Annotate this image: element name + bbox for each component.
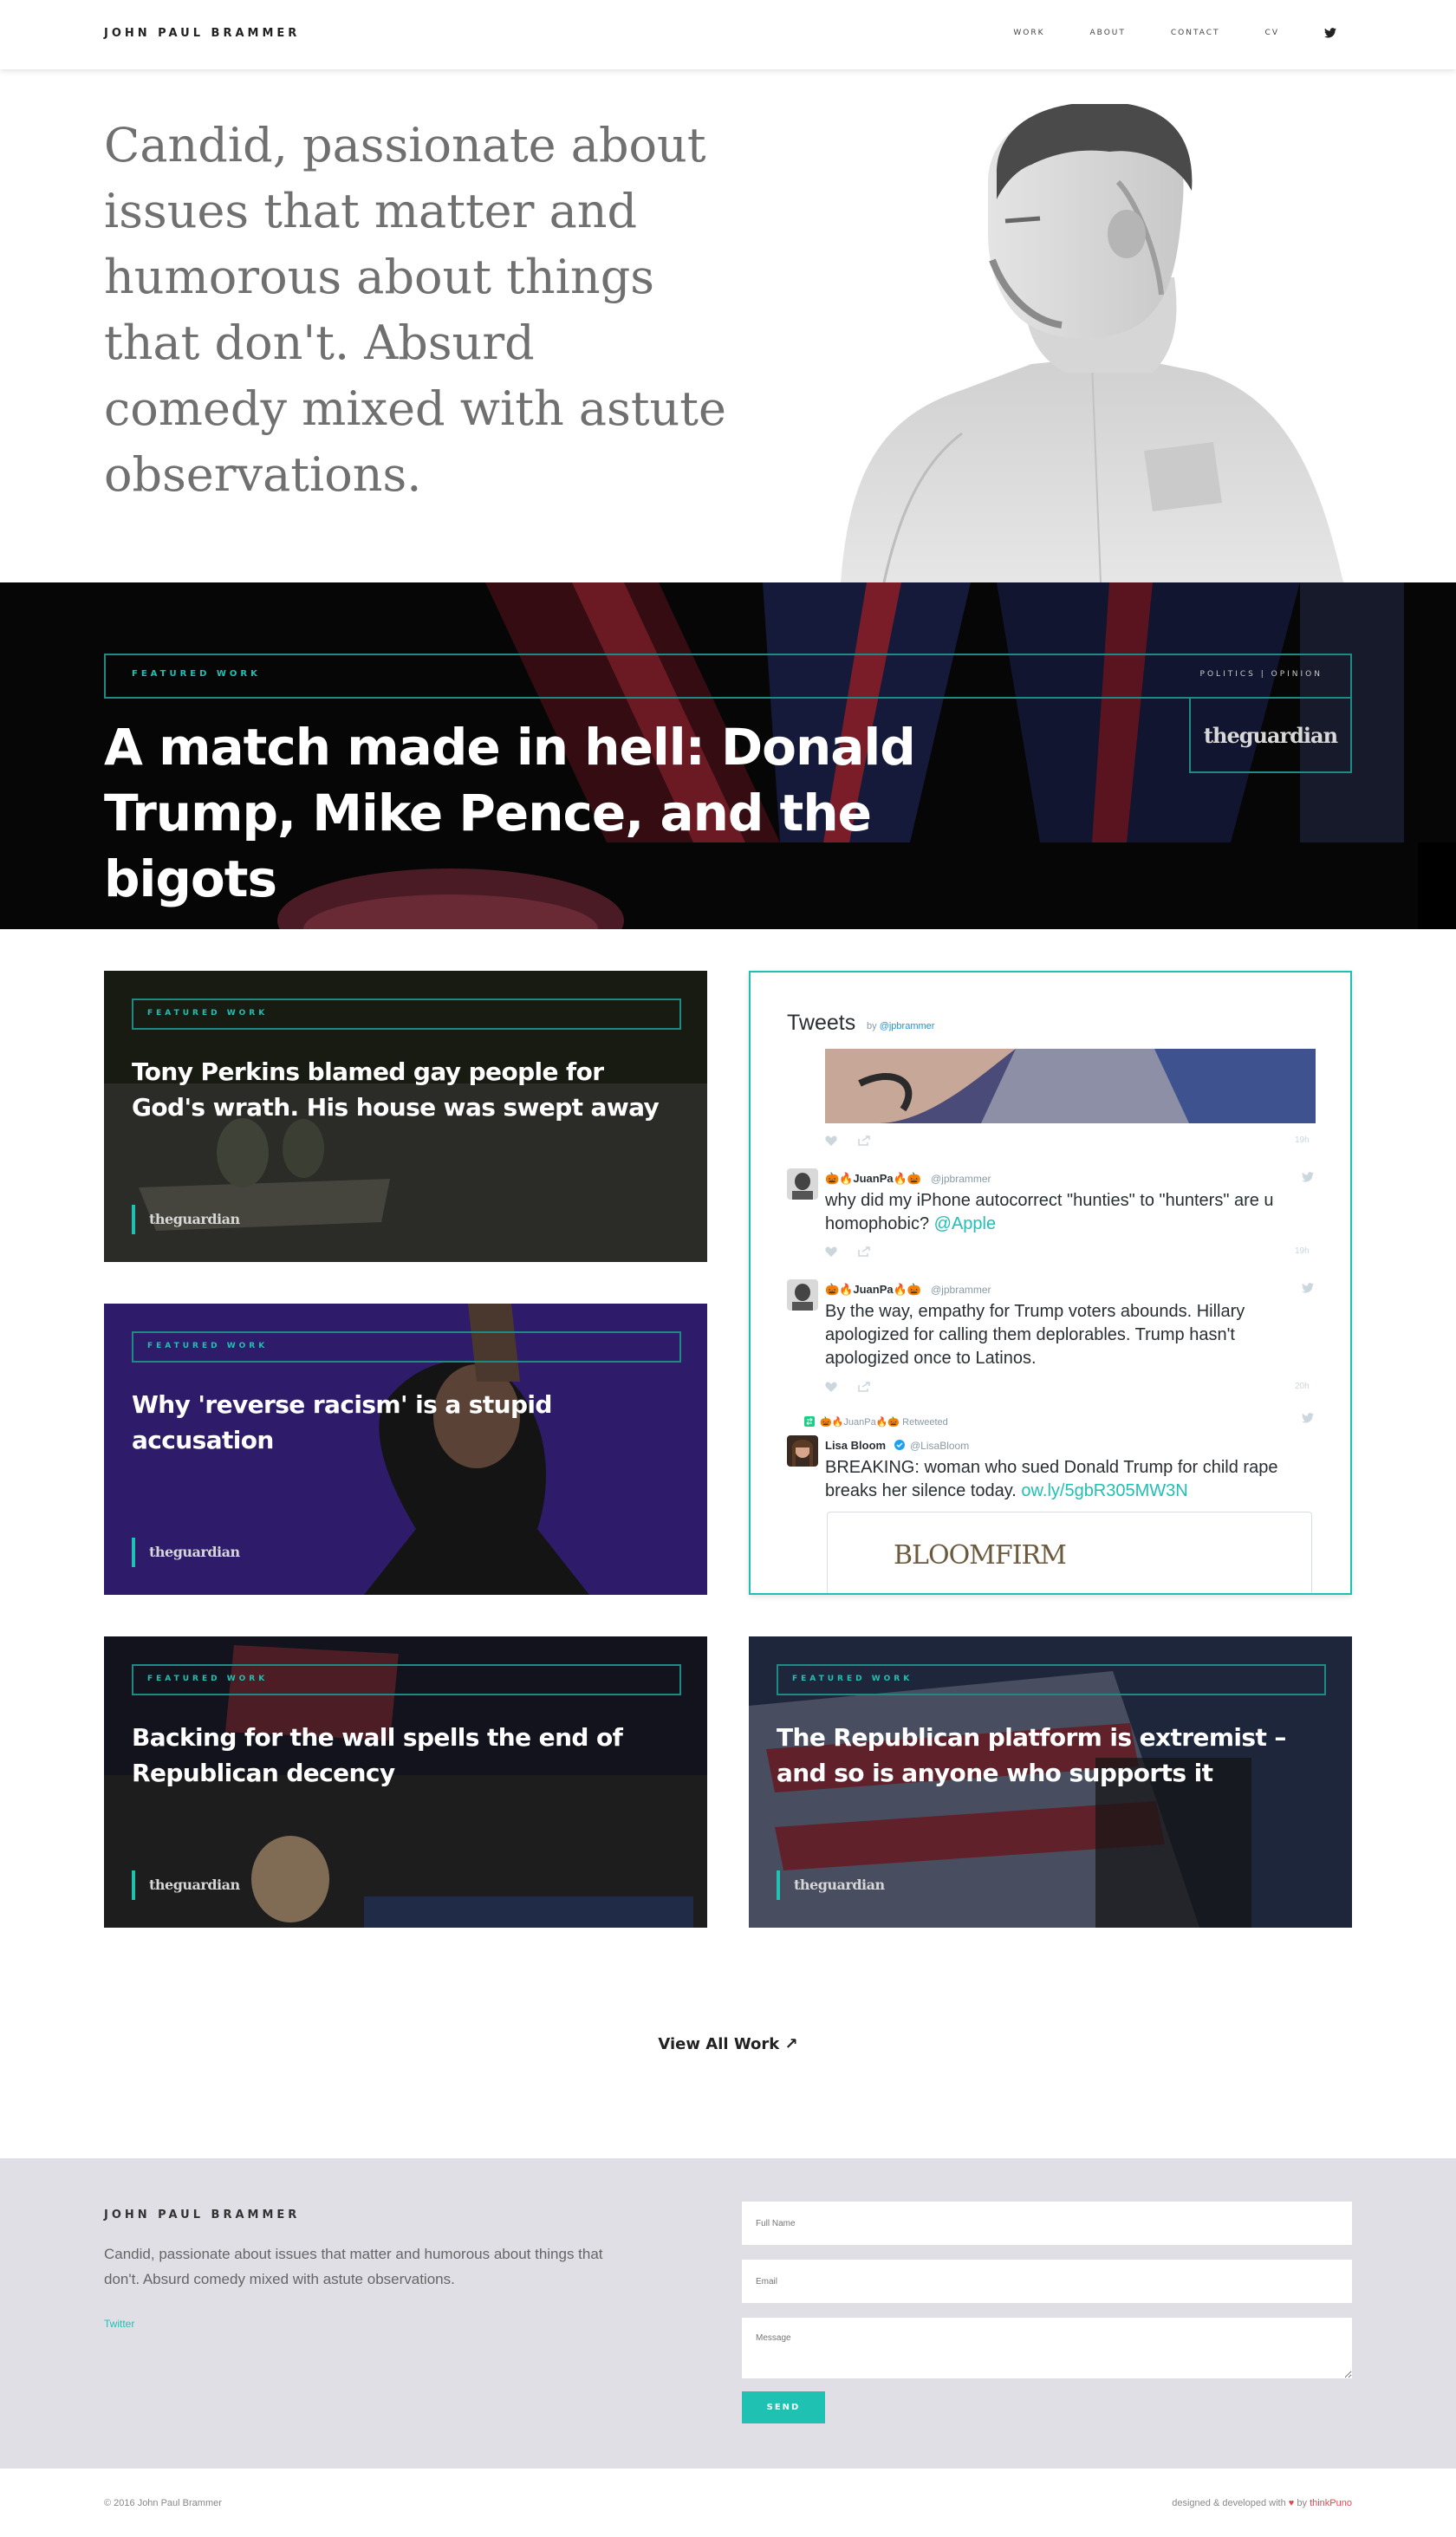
featured-title[interactable]: A match made in hell: Donald Trump, Mike… [104, 714, 1057, 912]
card-accent-bar [132, 1538, 135, 1567]
tweet-link[interactable]: ow.ly/5gbR305MW3N [1021, 1481, 1187, 1500]
copyright: © 2016 John Paul Brammer [104, 2498, 222, 2508]
footer-twitter-link[interactable]: Twitter [104, 2318, 134, 2330]
tweet-text: By the way, empathy for Trump voters abo… [825, 1302, 1245, 1368]
hero-section: Candid, passionate about issues that mat… [0, 69, 1456, 582]
twitter-bird-icon[interactable] [1302, 1172, 1314, 1182]
tweets-heading: Tweets [787, 1011, 856, 1035]
card-label: FEATURED WORK [147, 1009, 269, 1018]
card-accent-bar [777, 1870, 780, 1900]
guardian-logo: theguardian [149, 1211, 240, 1227]
twitter-icon[interactable] [1324, 28, 1336, 38]
nav-contact[interactable]: CONTACT [1171, 29, 1220, 37]
nav-about[interactable]: ABOUT [1090, 29, 1126, 37]
share-icon[interactable] [858, 1382, 870, 1392]
avatar[interactable] [787, 1168, 818, 1200]
site-footer: JOHN PAUL BRAMMER Candid, passionate abo… [0, 2158, 1456, 2469]
view-all-wrapper: View All Work ↗ [0, 2035, 1456, 2053]
card-title: Why 'reverse racism' is a stupid accusat… [132, 1390, 552, 1454]
email-field[interactable] [742, 2260, 1352, 2303]
heart-icon[interactable] [825, 1246, 837, 1257]
view-all-work-link[interactable]: View All Work ↗ [658, 2035, 797, 2053]
footer-description: Candid, passionate about issues that mat… [104, 2246, 603, 2287]
nav-cv[interactable]: CV [1265, 29, 1279, 37]
main-nav: WORK ABOUT CONTACT CV [968, 28, 1336, 38]
guardian-logo: theguardian [149, 1544, 240, 1560]
credit-by: by [1297, 2498, 1307, 2508]
message-field[interactable] [742, 2318, 1352, 2378]
verified-icon [894, 1440, 905, 1450]
tweet-actions [825, 1246, 870, 1257]
tweet-text: why did my iPhone autocorrect "hunties" … [825, 1189, 1319, 1236]
card-label: FEATURED WORK [147, 1342, 269, 1350]
featured-banner[interactable]: FEATURED WORK POLITICS | OPINION theguar… [0, 582, 1456, 929]
card-title: Tony Perkins blamed gay people for God's… [132, 1057, 660, 1122]
work-card[interactable]: FEATURED WORK The Republican platform is… [749, 1636, 1352, 1928]
nav-work[interactable]: WORK [1013, 29, 1044, 37]
heart-icon[interactable] [825, 1382, 837, 1392]
work-card[interactable]: FEATURED WORK Tony Perkins blamed gay pe… [104, 971, 707, 1262]
tweet-time[interactable]: 19h [1295, 1135, 1310, 1145]
work-card[interactable]: FEATURED WORK Backing for the wall spell… [104, 1636, 707, 1928]
tweets-by-label: by [867, 1021, 877, 1031]
card-label: FEATURED WORK [147, 1675, 269, 1683]
guardian-logo: theguardian [149, 1877, 240, 1893]
avatar[interactable] [787, 1435, 818, 1467]
credit-maker-link[interactable]: thinkPuno [1310, 2498, 1352, 2508]
twitter-timeline-widget[interactable]: Tweets by @jpbrammer 19h 🎃🔥JuanPa🔥🎃 @jpb… [749, 971, 1352, 1595]
footer-brand: JOHN PAUL BRAMMER [104, 2208, 301, 2222]
tweets-by: by @jpbrammer [867, 1021, 934, 1031]
featured-label: FEATURED WORK [132, 669, 261, 679]
featured-category: POLITICS | OPINION [1199, 670, 1323, 679]
tweet-mention-link[interactable]: @Apple [934, 1214, 996, 1233]
avatar[interactable] [787, 1279, 818, 1311]
tweet-author-handle[interactable]: @jpbrammer [931, 1173, 991, 1185]
heart-icon[interactable] [825, 1135, 837, 1146]
tweet-actions [825, 1135, 870, 1146]
guardian-logo: theguardian [1189, 697, 1352, 773]
tweet-author-name[interactable]: 🎃🔥JuanPa🔥🎃 [825, 1283, 921, 1297]
card-label: FEATURED WORK [792, 1675, 913, 1683]
credit-text: designed & developed with [1172, 2498, 1286, 2508]
card-accent-bar [132, 1870, 135, 1900]
share-icon[interactable] [858, 1135, 870, 1146]
tweet-text: BREAKING: woman who sued Donald Trump fo… [825, 1456, 1319, 1503]
tweet-media-image[interactable] [825, 1049, 1316, 1123]
tweet-actions [825, 1382, 870, 1392]
full-name-field[interactable] [742, 2202, 1352, 2245]
card-title: The Republican platform is extremist – a… [777, 1723, 1286, 1787]
twitter-bird-icon[interactable] [1302, 1413, 1314, 1423]
retweeted-by[interactable]: 🎃🔥JuanPa🔥🎃 Retweeted [820, 1416, 948, 1428]
tweet-author-handle[interactable]: @LisaBloom [910, 1440, 969, 1452]
site-brand[interactable]: JOHN PAUL BRAMMER [104, 27, 300, 40]
portrait-image [841, 104, 1343, 582]
tweet-text-body: why did my iPhone autocorrect "hunties" … [825, 1191, 1274, 1233]
share-icon[interactable] [858, 1246, 870, 1257]
send-button[interactable]: SEND [742, 2391, 825, 2423]
card-accent-bar [132, 1205, 135, 1234]
retweet-icon [804, 1416, 815, 1427]
tweet-time[interactable]: 19h [1295, 1246, 1310, 1256]
tweet-author-handle[interactable]: @jpbrammer [931, 1284, 991, 1296]
tweet-time[interactable]: 20h [1295, 1382, 1310, 1391]
tweet-author-name[interactable]: 🎃🔥JuanPa🔥🎃 [825, 1172, 921, 1186]
featured-frame [104, 654, 1352, 699]
heart-icon: ♥ [1288, 2498, 1295, 2508]
twitter-bird-icon[interactable] [1302, 1283, 1314, 1293]
tweet-link-card[interactable]: BLOOMFIRM [827, 1512, 1312, 1593]
site-header: JOHN PAUL BRAMMER WORK ABOUT CONTACT CV [0, 0, 1456, 69]
tweet-card-logo: BLOOMFIRM [894, 1540, 1067, 1571]
tweet-author-name[interactable]: Lisa Bloom [825, 1439, 886, 1452]
credit: designed & developed with ♥ by thinkPuno [1172, 2498, 1352, 2508]
tweets-handle[interactable]: @jpbrammer [880, 1021, 935, 1031]
work-card[interactable]: FEATURED WORK Why 'reverse racism' is a … [104, 1304, 707, 1595]
hero-tagline: Candid, passionate about issues that mat… [104, 118, 726, 502]
guardian-logo: theguardian [794, 1877, 885, 1893]
card-title: Backing for the wall spells the end of R… [132, 1723, 623, 1787]
